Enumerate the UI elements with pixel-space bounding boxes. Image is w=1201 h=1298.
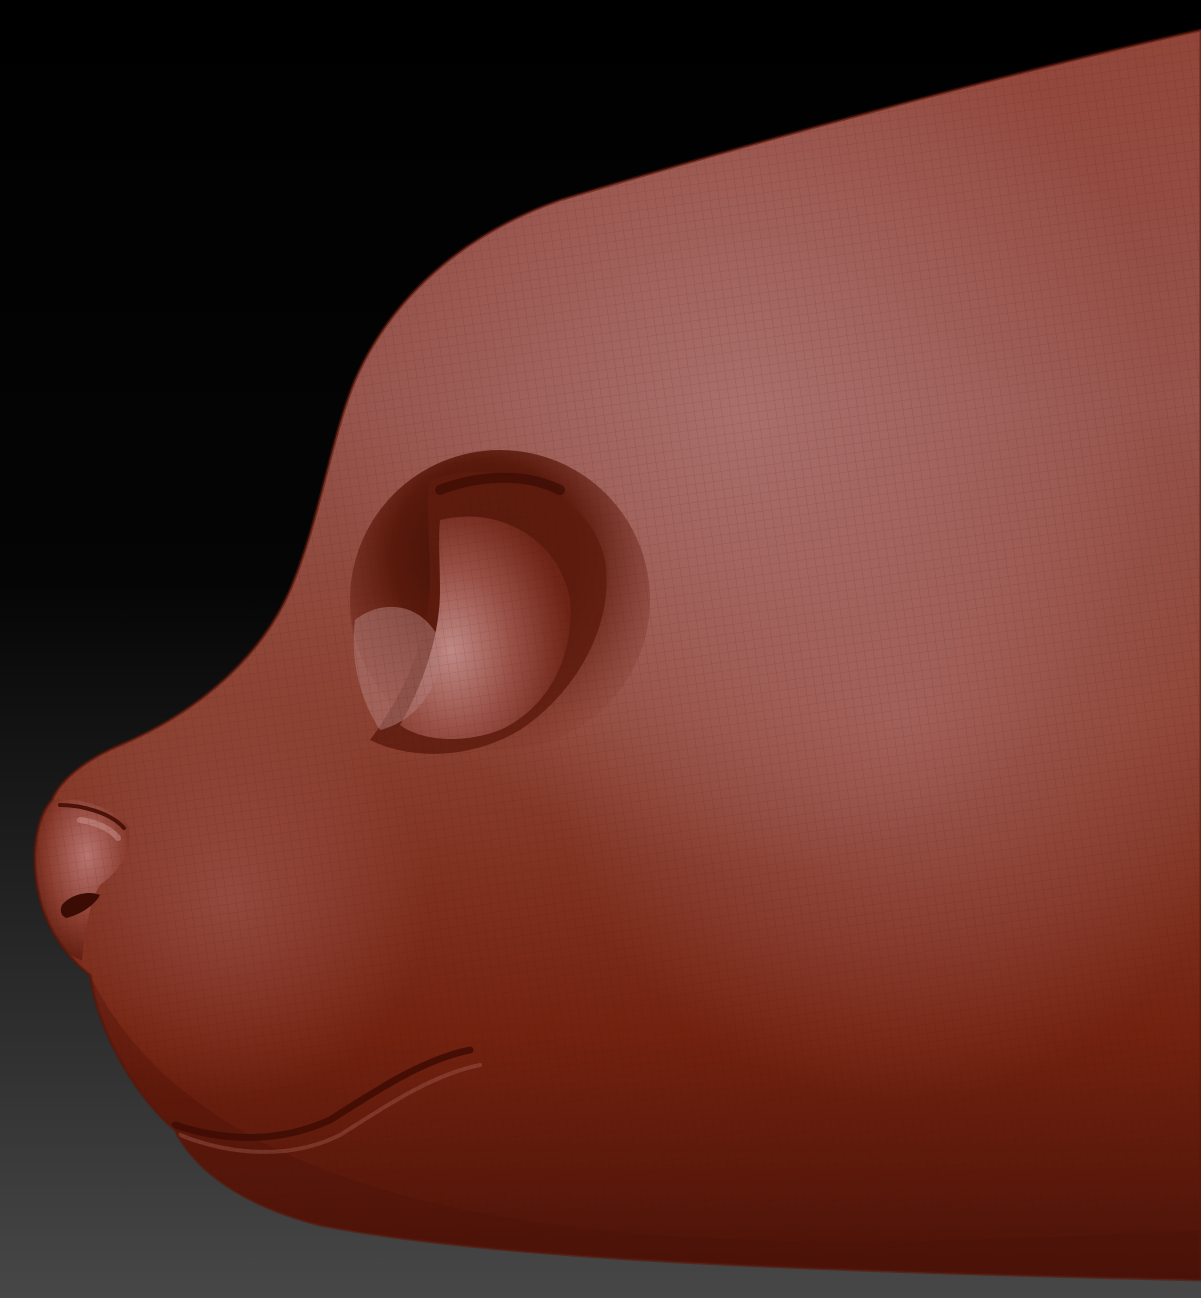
sculpt-render bbox=[0, 0, 1201, 1298]
viewport-canvas[interactable] bbox=[0, 0, 1201, 1298]
